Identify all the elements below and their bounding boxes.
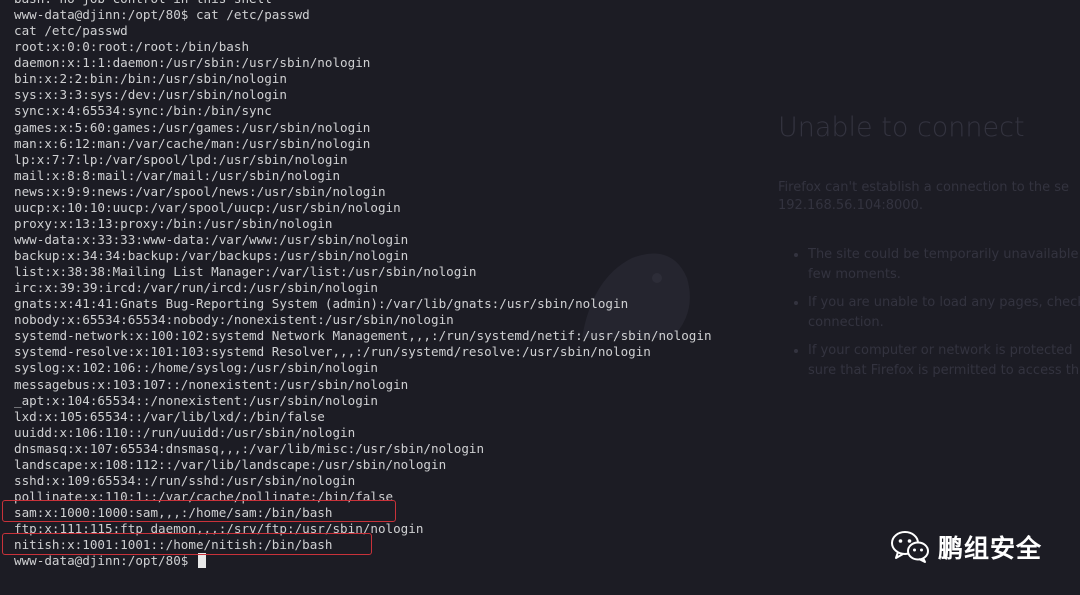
terminal-line: sys:x:3:3:sys:/dev:/usr/sbin/nologin bbox=[14, 87, 287, 103]
terminal-line: sshd:x:109:65534::/run/sshd:/usr/sbin/no… bbox=[14, 472, 356, 488]
terminal-line: systemd-resolve:x:101:103:systemd Resolv… bbox=[14, 344, 651, 360]
terminal-line: landscape:x:108:112::/var/lib/landscape:… bbox=[14, 456, 447, 472]
terminal-line: games:x:5:60:games:/usr/games:/usr/sbin/… bbox=[14, 119, 371, 135]
terminal-line: cat /etc/passwd bbox=[14, 23, 128, 39]
terminal-line: _apt:x:104:65534::/nonexistent:/usr/sbin… bbox=[14, 392, 378, 408]
error-suggestion: The site could be temporarily unavailabl… bbox=[808, 245, 1080, 285]
terminal-line: irc:x:39:39:ircd:/var/run/ircd:/usr/sbin… bbox=[14, 280, 378, 296]
terminal-cursor bbox=[197, 553, 206, 569]
terminal-line: dnsmasq:x:107:65534:dnsmasq,,,:/var/lib/… bbox=[14, 440, 485, 456]
terminal-line: www-data@djinn:/opt/80$ cat /etc/passwd bbox=[14, 7, 310, 23]
terminal-line: list:x:38:38:Mailing List Manager:/var/l… bbox=[14, 264, 477, 280]
error-suggestion: If your computer or network is protected… bbox=[808, 341, 1080, 381]
terminal-line: lp:x:7:7:lp:/var/spool/lpd:/usr/sbin/nol… bbox=[14, 151, 348, 167]
terminal-line: syslog:x:102:106::/home/syslog:/usr/sbin… bbox=[14, 360, 378, 376]
terminal-line: root:x:0:0:root:/root:/bin/bash bbox=[14, 39, 250, 55]
error-title: Unable to connect bbox=[778, 112, 1025, 143]
terminal-line: gnats:x:41:41:Gnats Bug-Reporting System… bbox=[14, 296, 629, 312]
terminal-line: bash: no job control in this shell bbox=[14, 0, 712, 7]
terminal-line: proxy:x:13:13:proxy:/bin:/usr/sbin/nolog… bbox=[14, 215, 333, 231]
terminal-line: bin:x:2:2:bin:/bin:/usr/sbin/nologin bbox=[14, 71, 287, 87]
error-suggestion: If you are unable to load any pages, che… bbox=[808, 293, 1080, 333]
browser-error-page: Unable to connect Firefox can't establis… bbox=[778, 112, 1080, 389]
terminal-prompt-line[interactable]: www-data@djinn:/opt/80$ bbox=[14, 553, 712, 569]
terminal-line: www-data:x:33:33:www-data:/var/www:/usr/… bbox=[14, 231, 409, 247]
terminal-line: man:x:6:12:man:/var/cache/man:/usr/sbin/… bbox=[14, 135, 371, 151]
terminal-output[interactable]: bash: no job control in this shellwww-da… bbox=[14, 0, 712, 569]
terminal-line: nobody:x:65534:65534:nobody:/nonexistent… bbox=[14, 312, 454, 328]
terminal-line: uucp:x:10:10:uucp:/var/spool/uucp:/usr/s… bbox=[14, 199, 401, 215]
shell-prompt: www-data@djinn:/opt/80$ bbox=[14, 553, 196, 569]
terminal-line: sync:x:4:65534:sync:/bin:/bin/sync bbox=[14, 103, 272, 119]
terminal-line: systemd-network:x:100:102:systemd Networ… bbox=[14, 328, 712, 344]
terminal-line: lxd:x:105:65534::/var/lib/lxd/:/bin/fals… bbox=[14, 408, 325, 424]
wechat-icon bbox=[891, 531, 929, 563]
error-description-line: 192.168.56.104:8000. bbox=[778, 198, 923, 213]
highlight-box-sam bbox=[2, 500, 396, 522]
error-description-line: Firefox can't establish a connection to … bbox=[778, 180, 1070, 195]
error-suggestions: The site could be temporarily unavailabl… bbox=[778, 245, 1080, 381]
watermark-text: 鹏组安全 bbox=[938, 534, 1043, 563]
terminal-line: uuidd:x:106:110::/run/uuidd:/usr/sbin/no… bbox=[14, 424, 356, 440]
terminal-line: messagebus:x:103:107::/nonexistent:/usr/… bbox=[14, 376, 409, 392]
terminal-line: backup:x:34:34:backup:/var/backups:/usr/… bbox=[14, 248, 409, 263]
watermark: 鹏组安全 bbox=[890, 529, 1042, 565]
highlight-box-nitish bbox=[2, 533, 372, 555]
terminal-line: mail:x:8:8:mail:/var/mail:/usr/sbin/nolo… bbox=[14, 167, 341, 183]
terminal-line: news:x:9:9:news:/var/spool/news:/usr/sbi… bbox=[14, 183, 386, 199]
terminal-line: daemon:x:1:1:daemon:/usr/sbin:/usr/sbin/… bbox=[14, 55, 371, 71]
